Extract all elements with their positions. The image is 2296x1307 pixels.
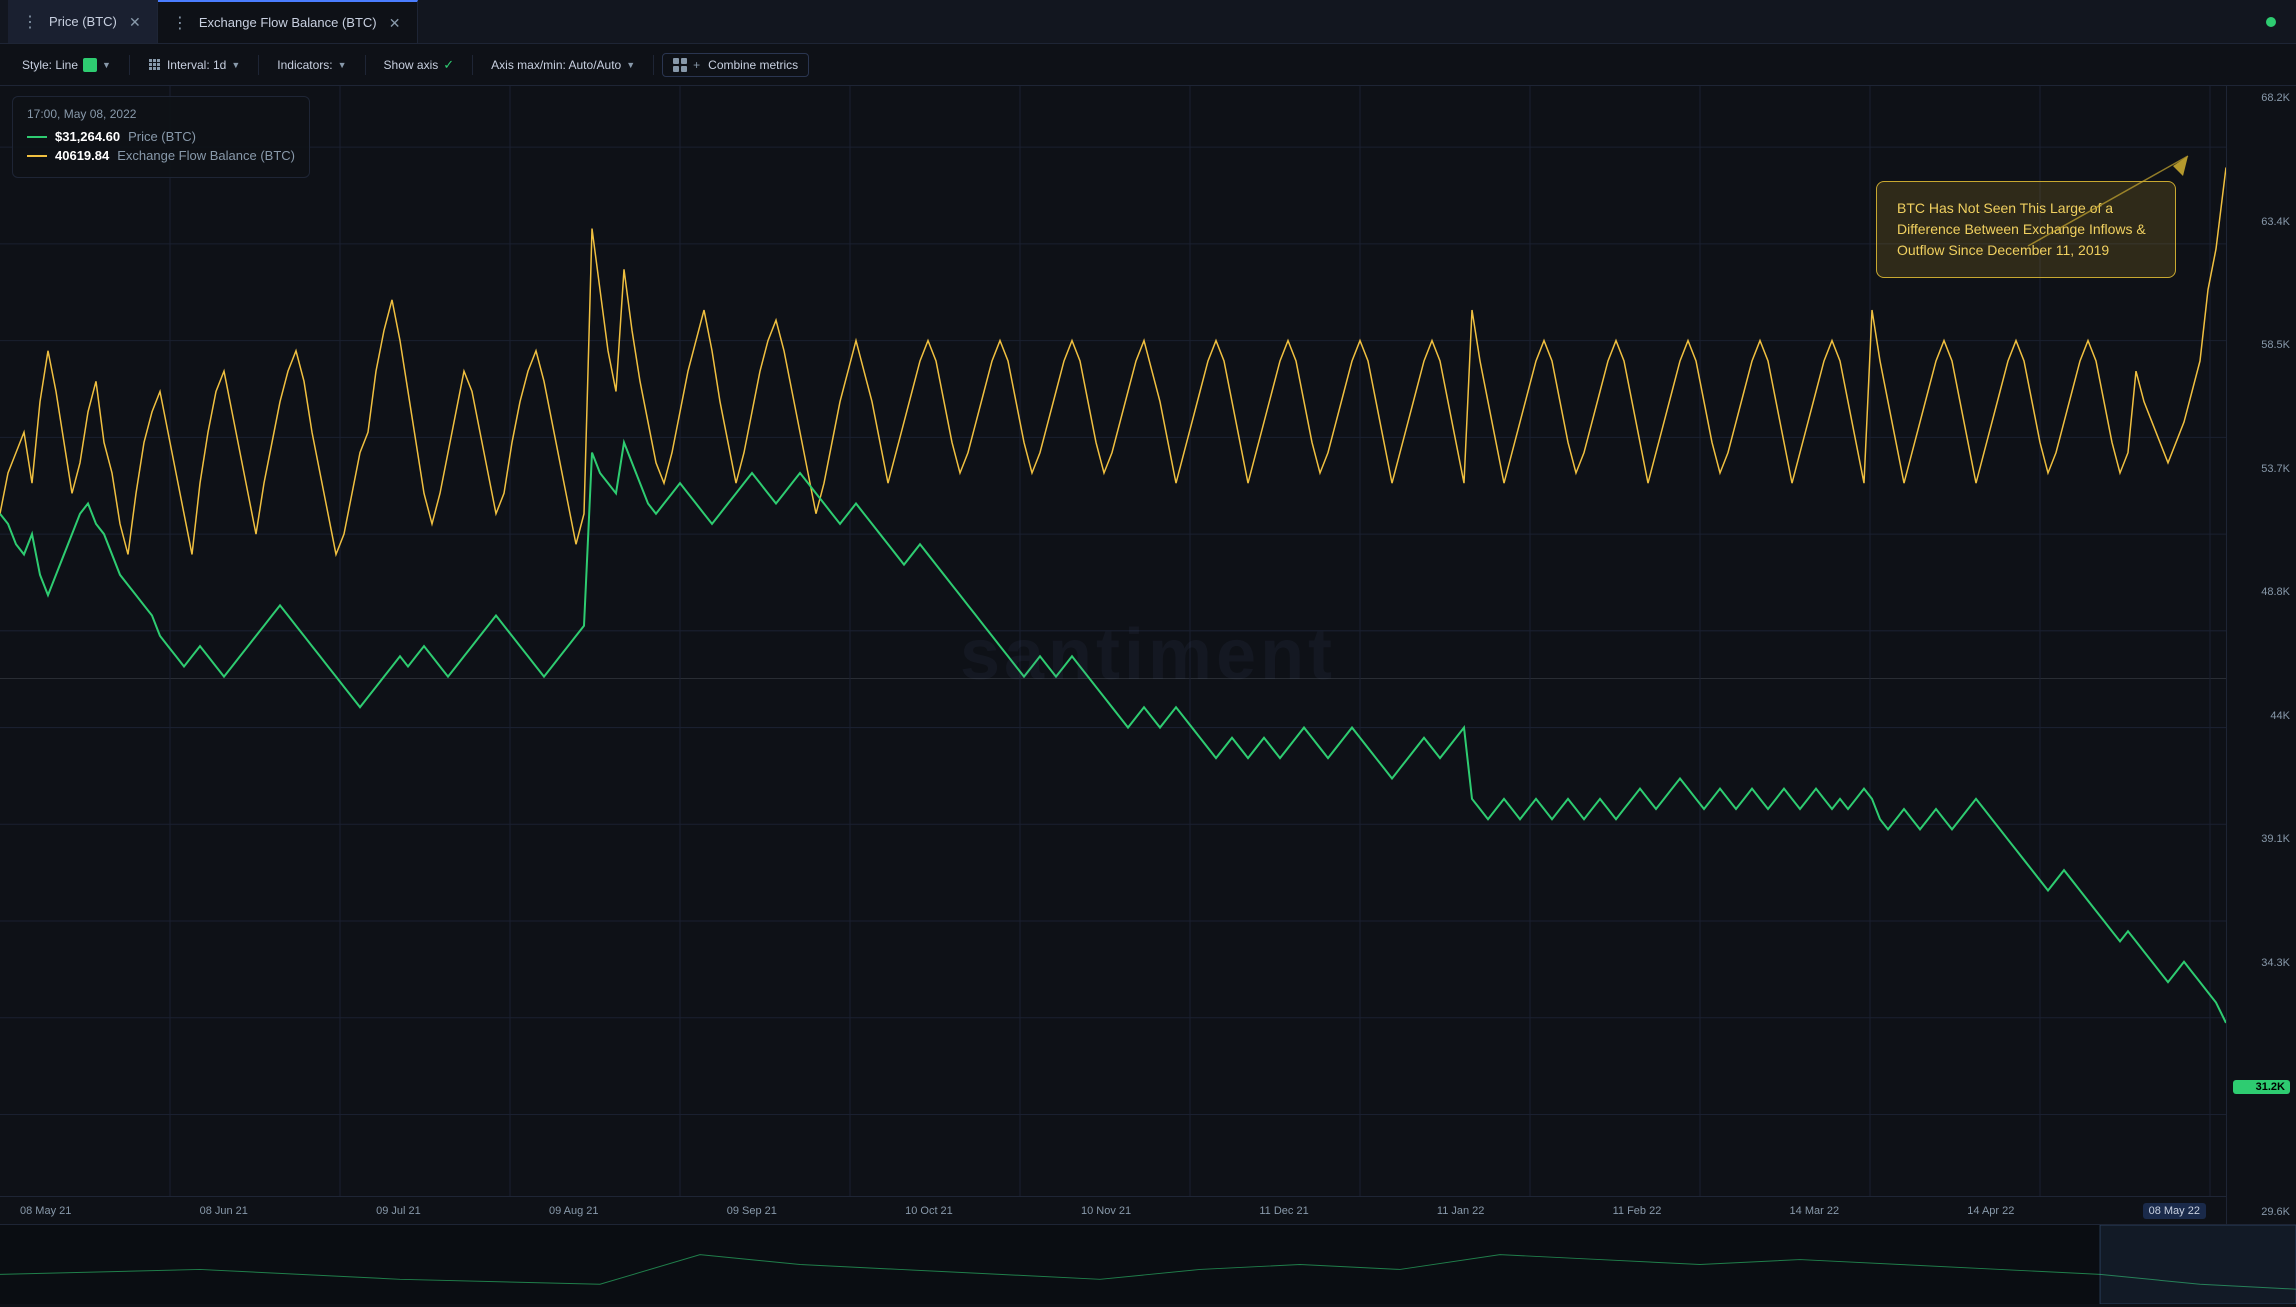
- green-line: [0, 442, 2226, 1022]
- x-label-13: 08 May 22: [2143, 1203, 2206, 1219]
- tab-exchange-flow[interactable]: ⋮ Exchange Flow Balance (BTC) ✕: [158, 0, 418, 43]
- y-label-8: 34.3K: [2233, 957, 2290, 969]
- annotation-arrow-svg: [2018, 146, 2218, 266]
- legend-value-exchange: 40619.84: [55, 148, 109, 163]
- y-label-3: 58.5K: [2233, 339, 2290, 351]
- sep-4: [472, 55, 473, 75]
- x-label-8: 11 Dec 21: [1259, 1205, 1308, 1217]
- y-axis: 68.2K 63.4K 58.5K 53.7K 48.8K 44K 39.1K …: [2226, 86, 2296, 1224]
- x-label-3: 09 Jul 21: [376, 1205, 421, 1217]
- axis-maxmin-label: Axis max/min: Auto/Auto: [491, 58, 621, 72]
- show-axis-check: ✓: [443, 57, 454, 73]
- y-label-5: 48.8K: [2233, 586, 2290, 598]
- chart-area: santiment: [0, 86, 2296, 1224]
- style-color-indicator: [83, 58, 97, 72]
- x-label-4: 09 Aug 21: [549, 1205, 599, 1217]
- mini-chart: [0, 1224, 2296, 1304]
- axis-maxmin-selector[interactable]: Axis max/min: Auto/Auto ▼: [481, 54, 645, 76]
- combine-icon: [673, 58, 687, 72]
- tab-close-1[interactable]: ✕: [127, 14, 143, 30]
- y-label-4: 53.7K: [2233, 463, 2290, 475]
- indicators-label: Indicators:: [277, 58, 332, 72]
- tab-bar: ⋮ Price (BTC) ✕ ⋮ Exchange Flow Balance …: [0, 0, 2296, 44]
- x-axis: 08 May 21 08 Jun 21 09 Jul 21 09 Aug 21 …: [0, 1196, 2226, 1224]
- y-label-6: 44K: [2233, 710, 2290, 722]
- tab-close-2[interactable]: ✕: [387, 15, 403, 31]
- x-label-7: 10 Nov 21: [1081, 1205, 1131, 1217]
- toolbar: Style: Line ▼ Interval: 1d ▼ Indicators:…: [0, 44, 2296, 86]
- x-label-12: 14 Apr 22: [1967, 1205, 2014, 1217]
- combine-metrics-button[interactable]: + Combine metrics: [662, 53, 809, 77]
- tab-bar-right: [2266, 17, 2288, 27]
- legend-color-green: [27, 136, 47, 138]
- indicators-chevron: ▼: [338, 60, 347, 70]
- interval-selector[interactable]: Interval: 1d ▼: [138, 54, 250, 76]
- y-label-7: 39.1K: [2233, 833, 2290, 845]
- x-label-2: 08 Jun 21: [200, 1205, 248, 1217]
- y-label-1: 68.2K: [2233, 92, 2290, 104]
- sep-5: [653, 55, 654, 75]
- status-indicator: [2266, 17, 2276, 27]
- sep-2: [258, 55, 259, 75]
- y-label-9: 29.6K: [2233, 1206, 2290, 1218]
- show-axis-toggle[interactable]: Show axis ✓: [374, 53, 465, 77]
- x-label-9: 11 Jan 22: [1437, 1205, 1485, 1217]
- x-label-6: 10 Oct 21: [905, 1205, 953, 1217]
- combine-plus: +: [693, 58, 700, 72]
- legend-color-yellow: [27, 155, 47, 157]
- x-label-10: 11 Feb 22: [1613, 1205, 1662, 1217]
- x-label-11: 14 Mar 22: [1790, 1205, 1840, 1217]
- interval-icon: [148, 58, 162, 72]
- x-label-5: 09 Sep 21: [727, 1205, 777, 1217]
- legend-metric-price: Price (BTC): [128, 129, 196, 144]
- legend-item-exchange: 40619.84 Exchange Flow Balance (BTC): [27, 148, 295, 163]
- legend-timestamp: 17:00, May 08, 2022: [27, 107, 295, 121]
- indicators-selector[interactable]: Indicators: ▼: [267, 54, 356, 76]
- tab-label-exchange: Exchange Flow Balance (BTC): [199, 15, 377, 30]
- show-axis-label: Show axis: [384, 58, 439, 72]
- axis-chevron: ▼: [626, 60, 635, 70]
- mini-chart-svg: [0, 1225, 2296, 1304]
- legend-metric-exchange: Exchange Flow Balance (BTC): [117, 148, 295, 163]
- style-selector[interactable]: Style: Line ▼: [12, 54, 121, 76]
- legend-box: 17:00, May 08, 2022 $31,264.60 Price (BT…: [12, 96, 310, 178]
- interval-chevron: ▼: [231, 60, 240, 70]
- combine-metrics-label: Combine metrics: [708, 58, 798, 72]
- style-chevron: ▼: [102, 60, 111, 70]
- y-label-2: 63.4K: [2233, 216, 2290, 228]
- tab-label-price: Price (BTC): [49, 14, 117, 29]
- legend-value-price: $31,264.60: [55, 129, 120, 144]
- sep-1: [129, 55, 130, 75]
- x-label-1: 08 May 21: [20, 1205, 71, 1217]
- sep-3: [365, 55, 366, 75]
- legend-item-price: $31,264.60 Price (BTC): [27, 129, 295, 144]
- y-label-highlight: 31.2K: [2233, 1080, 2290, 1094]
- interval-label: Interval: 1d: [167, 58, 226, 72]
- style-label: Style: Line: [22, 58, 78, 72]
- tab-price-btc[interactable]: ⋮ Price (BTC) ✕: [8, 0, 158, 43]
- tab-menu-dots-1[interactable]: ⋮: [22, 12, 39, 32]
- tab-menu-dots-2[interactable]: ⋮: [172, 13, 189, 33]
